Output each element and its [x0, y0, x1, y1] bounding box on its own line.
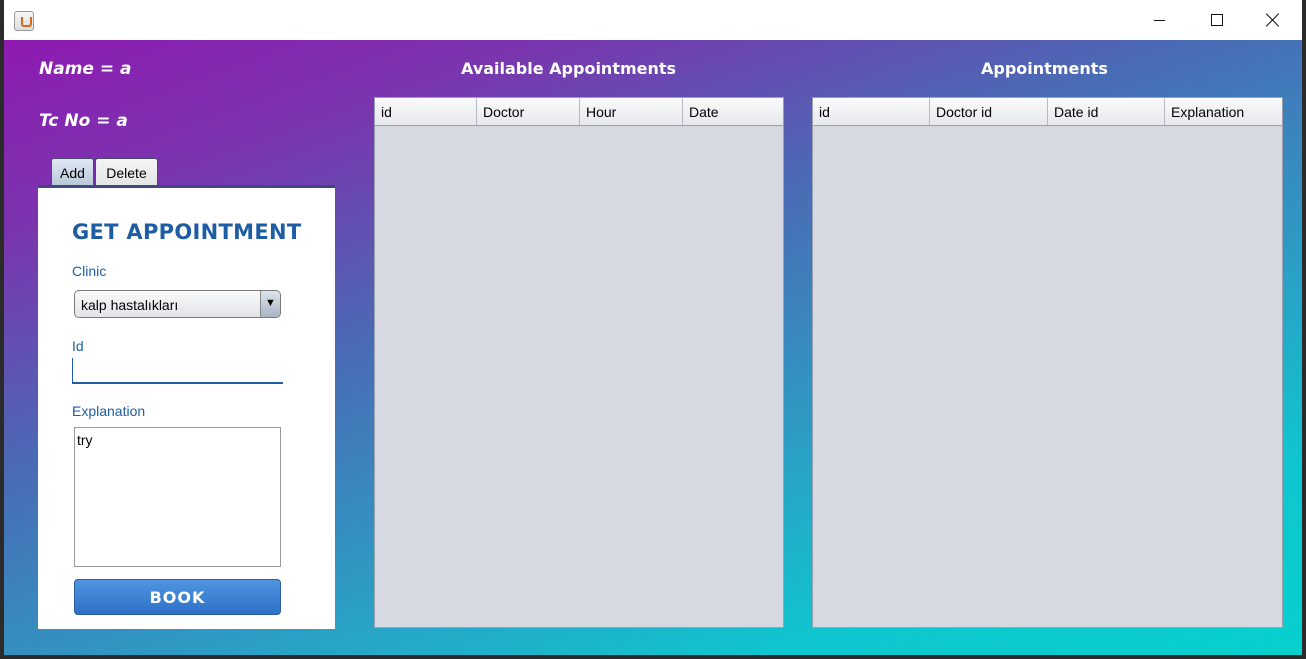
available-appointments-title: Available Appointments: [461, 59, 677, 78]
clinic-select-value: kalp hastalıkları: [81, 297, 179, 313]
appointments-title: Appointments: [981, 59, 1108, 78]
column-header-doctor-id[interactable]: Doctor id: [930, 98, 1048, 125]
panel-title: GET APPOINTMENT: [72, 220, 302, 244]
explanation-textarea[interactable]: try: [74, 427, 281, 567]
maximize-button[interactable]: [1188, 0, 1246, 40]
clinic-label: Clinic: [72, 263, 107, 279]
column-header-id[interactable]: id: [813, 98, 930, 125]
id-label: Id: [72, 338, 84, 354]
minimize-button[interactable]: [1130, 0, 1188, 40]
minimize-icon: [1153, 19, 1165, 21]
maximize-icon: [1211, 14, 1223, 26]
chevron-down-icon[interactable]: ▼: [260, 291, 280, 317]
explanation-label: Explanation: [72, 403, 146, 419]
close-button[interactable]: [1244, 0, 1302, 40]
java-app-icon: [14, 11, 34, 31]
table-header: id Doctor id Date id Explanation: [813, 98, 1282, 126]
column-header-explanation[interactable]: Explanation: [1165, 98, 1282, 125]
column-header-hour[interactable]: Hour: [580, 98, 683, 125]
appointments-table[interactable]: id Doctor id Date id Explanation: [812, 97, 1283, 628]
book-button[interactable]: BOOK: [74, 579, 281, 615]
tab-add[interactable]: Add: [51, 158, 94, 186]
column-header-date[interactable]: Date: [683, 98, 783, 125]
close-icon: [1266, 13, 1280, 27]
user-tc-label: Tc No = a: [39, 111, 128, 131]
column-header-date-id[interactable]: Date id: [1048, 98, 1165, 125]
clinic-select[interactable]: kalp hastalıkları ▼: [74, 290, 281, 318]
id-input[interactable]: [72, 358, 283, 384]
available-appointments-table[interactable]: id Doctor Hour Date: [374, 97, 784, 628]
user-name-label: Name = a: [39, 59, 132, 79]
column-header-doctor[interactable]: Doctor: [477, 98, 580, 125]
table-header: id Doctor Hour Date: [375, 98, 783, 126]
main-content: Name = a Tc No = a Available Appointment…: [4, 40, 1302, 655]
tab-delete[interactable]: Delete: [95, 158, 158, 186]
column-header-id[interactable]: id: [375, 98, 477, 125]
get-appointment-panel: GET APPOINTMENT Clinic kalp hastalıkları…: [38, 188, 335, 629]
title-bar: [4, 0, 1302, 40]
